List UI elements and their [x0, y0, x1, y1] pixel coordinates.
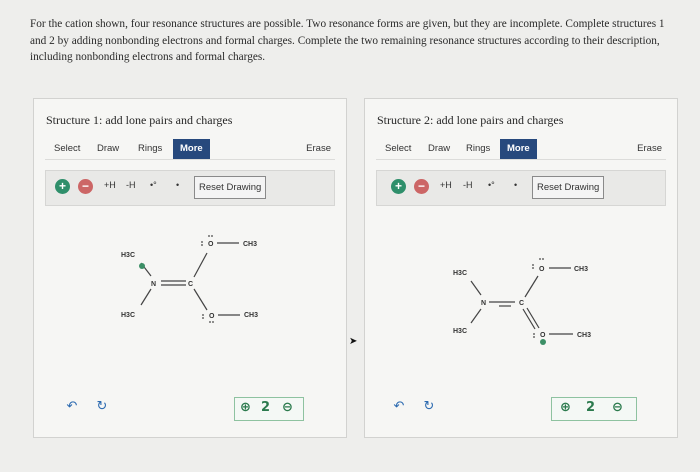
h3c-bottom-label: H3C [121, 312, 135, 319]
structure-2-mode-toolbar: Select Draw Rings More Erase [376, 139, 666, 160]
instructions-text: For the cation shown, four resonance str… [30, 18, 665, 63]
structure-1-canvas[interactable]: H3C H3C N C O O CH3 CH3 [34, 209, 346, 379]
add-h-button[interactable]: +H [104, 180, 116, 190]
radical-button[interactable]: •° [150, 180, 157, 190]
zoom-in-icon[interactable]: ⊕ [560, 400, 571, 415]
oxygen-top-label: O [208, 241, 214, 248]
reset-drawing-button[interactable]: Reset Drawing [194, 176, 267, 199]
zoom-controls: ⊕ 2 ⊖ [551, 397, 637, 421]
positive-charge-marker [139, 263, 145, 269]
add-h-button[interactable]: +H [440, 180, 452, 190]
structure-1-panel: Structure 1: add lone pairs and charges … [33, 98, 347, 438]
ch3-bottom-label: CH3 [244, 312, 258, 319]
structure-1-tools-toolbar: + − +H -H •° • Reset Drawing [45, 170, 335, 206]
oxygen-bottom-label: O [540, 332, 546, 339]
structure-2-panel: Structure 2: add lone pairs and charges … [364, 98, 678, 438]
remove-h-button[interactable]: -H [126, 180, 136, 190]
carbon-label: C [519, 300, 524, 307]
h3c-top-label: H3C [121, 252, 135, 259]
ch3-top-label: CH3 [243, 241, 257, 248]
structure-2-canvas[interactable]: H3C H3C N C O O CH3 CH3 [365, 209, 677, 379]
rings-tab[interactable]: Rings [138, 143, 162, 154]
zoom-out-icon[interactable]: ⊖ [282, 400, 293, 415]
select-tab[interactable]: Select [54, 143, 80, 154]
nitrogen-label: N [151, 281, 156, 288]
draw-tab[interactable]: Draw [97, 143, 119, 154]
zoom-controls: ⊕ 2 ⊖ [234, 397, 304, 421]
undo-icon[interactable]: ↶ [64, 399, 80, 415]
undo-icon[interactable]: ↶ [391, 399, 407, 415]
select-tab[interactable]: Select [385, 143, 411, 154]
plus-circle-icon[interactable]: + [391, 179, 406, 194]
more-tab[interactable]: More [173, 139, 210, 159]
zoom-reset-icon[interactable]: 2 [586, 400, 595, 415]
carbon-label: C [188, 281, 193, 288]
nitrogen-label: N [481, 300, 486, 307]
plus-circle-icon[interactable]: + [55, 179, 70, 194]
structure-1-mode-toolbar: Select Draw Rings More Erase [45, 139, 335, 160]
draw-tab[interactable]: Draw [428, 143, 450, 154]
negative-charge-marker [540, 339, 546, 345]
structure-2-title: Structure 2: add lone pairs and charges [377, 113, 564, 127]
erase-tab[interactable]: Erase [637, 143, 662, 154]
redo-icon[interactable]: ↻ [94, 399, 110, 415]
structure-1-title: Structure 1: add lone pairs and charges [46, 113, 233, 127]
lone-pair-button[interactable]: • [514, 180, 517, 190]
minus-circle-icon[interactable]: − [78, 179, 93, 194]
structure-2-tools-toolbar: + − +H -H •° • Reset Drawing [376, 170, 666, 206]
reset-drawing-button[interactable]: Reset Drawing [532, 176, 605, 199]
ch3-top-label: CH3 [574, 266, 588, 273]
zoom-in-icon[interactable]: ⊕ [240, 400, 251, 415]
lone-pair-button[interactable]: • [176, 180, 179, 190]
redo-icon[interactable]: ↻ [421, 399, 437, 415]
oxygen-top-label: O [539, 266, 545, 273]
remove-h-button[interactable]: -H [463, 180, 473, 190]
radical-button[interactable]: •° [488, 180, 495, 190]
erase-tab[interactable]: Erase [306, 143, 331, 154]
minus-circle-icon[interactable]: − [414, 179, 429, 194]
more-tab[interactable]: More [500, 139, 537, 159]
zoom-out-icon[interactable]: ⊖ [612, 400, 623, 415]
rings-tab[interactable]: Rings [466, 143, 490, 154]
h3c-bottom-label: H3C [453, 328, 467, 335]
ch3-bottom-label: CH3 [577, 332, 591, 339]
oxygen-bottom-label: O [209, 313, 215, 320]
zoom-reset-icon[interactable]: 2 [261, 400, 270, 415]
mouse-cursor-icon: ➤ [349, 336, 358, 347]
h3c-top-label: H3C [453, 270, 467, 277]
